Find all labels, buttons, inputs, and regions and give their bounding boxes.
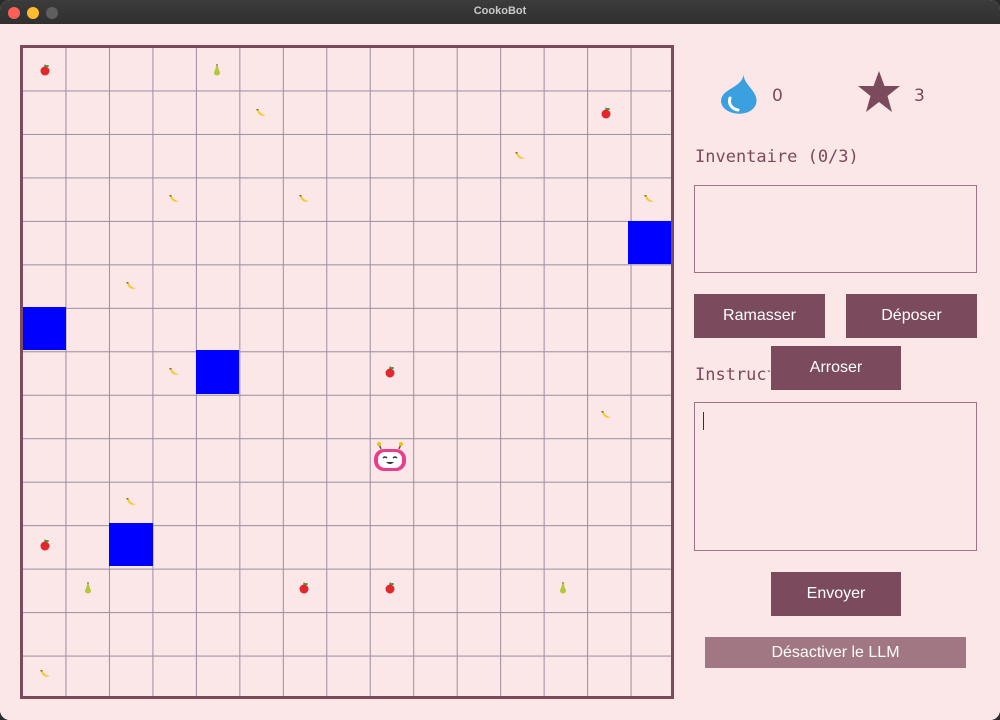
water-tile	[23, 307, 67, 351]
apple-icon	[282, 566, 325, 609]
banana-icon	[153, 178, 196, 221]
title-bar: CookoBot	[0, 0, 1000, 25]
water-button[interactable]: Arroser	[771, 346, 901, 390]
main-content: 0 3 Inventaire (0/3) Ramasser Déposer In…	[0, 24, 1000, 720]
banana-icon	[585, 394, 628, 437]
instructions-textarea[interactable]	[694, 402, 977, 551]
banana-icon	[282, 178, 325, 221]
drop-button[interactable]: Déposer	[846, 294, 977, 338]
banana-icon	[109, 480, 152, 523]
water-tile	[195, 350, 239, 394]
pick-up-button[interactable]: Ramasser	[694, 294, 825, 338]
pear-icon	[66, 566, 109, 609]
star-count: 3	[914, 86, 925, 106]
banana-icon	[239, 91, 282, 134]
banana-icon	[23, 653, 66, 696]
toggle-llm-button[interactable]: Désactiver le LLM	[705, 637, 966, 668]
inventory-box	[694, 185, 977, 273]
water-tile	[627, 220, 671, 264]
banana-icon	[109, 264, 152, 307]
banana-icon	[153, 350, 196, 393]
inventory-label: Inventaire (0/3)	[695, 147, 859, 167]
star-icon	[858, 71, 900, 112]
apple-icon	[585, 91, 628, 134]
app-window: CookoBot 0 3 Inventaire (0/3) Ramasser D…	[0, 0, 1000, 720]
banana-icon	[498, 134, 541, 177]
pear-icon	[541, 566, 584, 609]
apple-icon	[23, 48, 66, 91]
banana-icon	[628, 178, 671, 221]
game-grid[interactable]	[20, 45, 674, 699]
apple-icon	[23, 523, 66, 566]
water-tile	[109, 523, 153, 567]
water-count: 0	[772, 86, 783, 106]
text-caret	[703, 412, 704, 430]
instructions-label: Instructions	[695, 365, 770, 385]
window-title: CookoBot	[473, 5, 527, 17]
send-button[interactable]: Envoyer	[771, 572, 901, 616]
robot-character-icon	[369, 437, 412, 480]
apple-icon	[369, 350, 412, 393]
apple-icon	[369, 566, 412, 609]
pear-icon	[196, 48, 239, 91]
water-drop-icon	[721, 74, 757, 114]
